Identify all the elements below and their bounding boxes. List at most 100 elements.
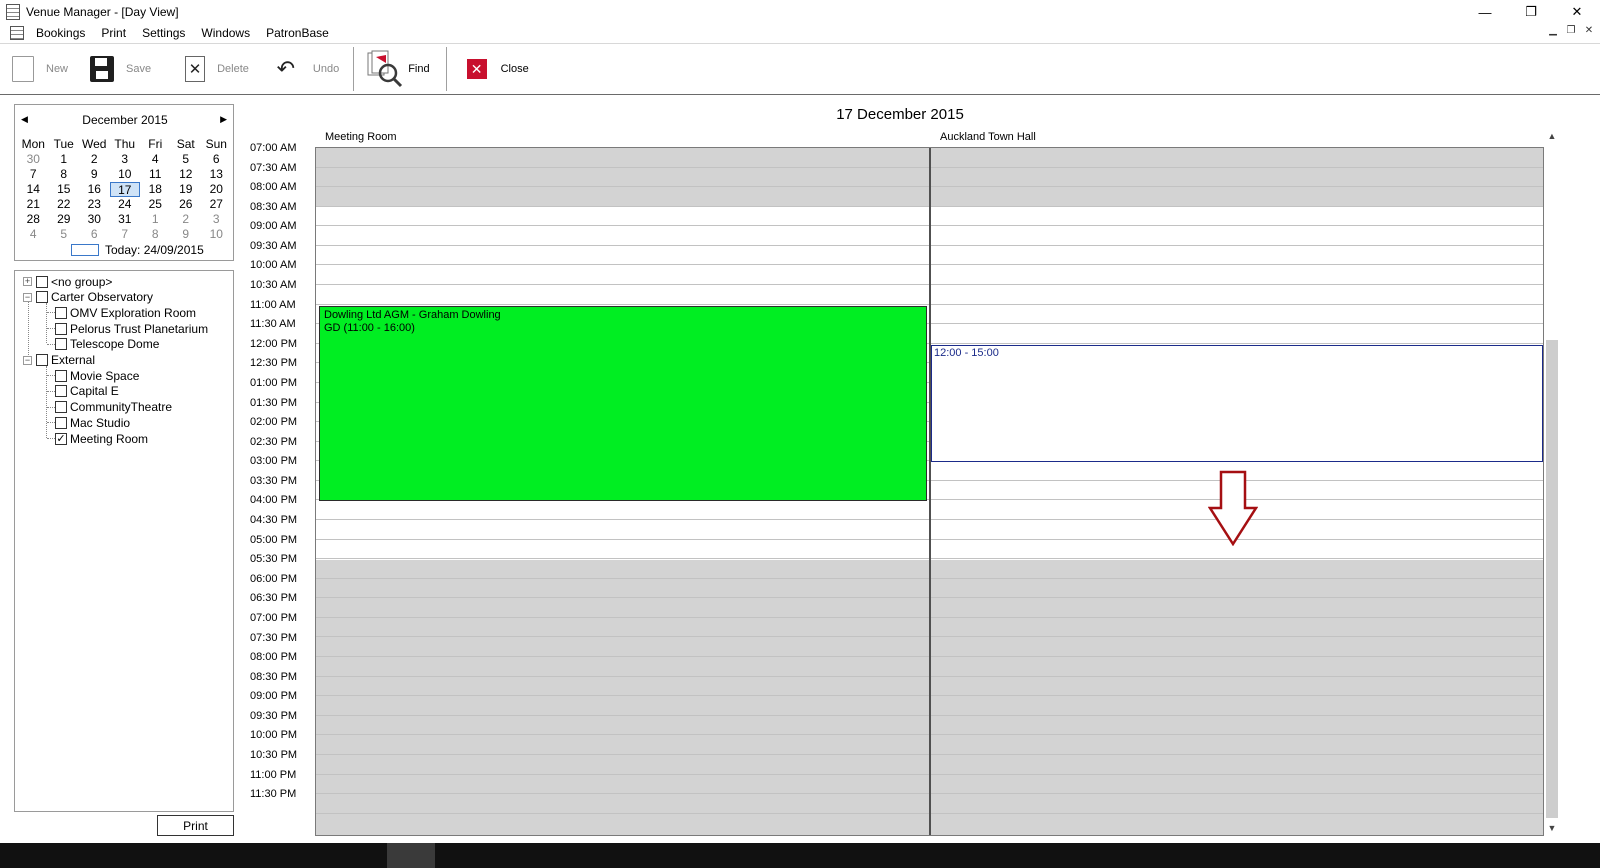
tree-node[interactable]: Movie Space — [55, 368, 139, 383]
calendar-day[interactable]: 20 — [201, 182, 232, 197]
calendar-day[interactable]: 30 — [18, 152, 49, 167]
venue-checkbox[interactable] — [55, 322, 67, 335]
tree-node[interactable]: ✓ Meeting Room — [55, 431, 148, 446]
calendar-day[interactable]: 7 — [18, 167, 49, 182]
venue-checkbox[interactable] — [55, 401, 67, 414]
tree-node[interactable]: Pelorus Trust Planetarium — [55, 321, 208, 336]
calendar-day[interactable]: 2 — [79, 152, 110, 167]
menu-bookings[interactable]: Bookings — [28, 26, 93, 40]
scroll-down-icon[interactable]: ▼ — [1544, 820, 1560, 836]
menu-windows[interactable]: Windows — [193, 26, 258, 40]
time-label: 10:30 PM — [250, 748, 298, 761]
venue-checkbox[interactable] — [55, 416, 67, 429]
menu-patronbase[interactable]: PatronBase — [258, 26, 337, 40]
calendar-day[interactable]: 3 — [201, 212, 232, 227]
undo-button[interactable]: ↶ Undo — [259, 47, 349, 91]
calendar-day[interactable]: 15 — [49, 182, 80, 197]
calendar-day[interactable]: 8 — [49, 167, 80, 182]
calendar-day[interactable]: 21 — [18, 197, 49, 212]
save-button[interactable]: Save — [78, 47, 161, 91]
restore-button[interactable]: ❐ — [1508, 0, 1554, 24]
calendar-today[interactable]: Today: 24/09/2015 — [71, 243, 204, 257]
scroll-up-icon[interactable]: ▲ — [1544, 128, 1560, 144]
menu-print[interactable]: Print — [93, 26, 134, 40]
close-button[interactable]: ✕ Close — [451, 47, 539, 91]
calendar-day[interactable]: 7 — [110, 227, 141, 242]
tree-node[interactable]: + <no group> — [23, 274, 112, 289]
time-label: 11:30 AM — [250, 318, 296, 331]
calendar-day[interactable]: 31 — [110, 212, 141, 227]
vertical-scrollbar[interactable]: ▲ ▼ — [1544, 128, 1560, 836]
menu-settings[interactable]: Settings — [134, 26, 193, 40]
calendar-day[interactable]: 13 — [201, 167, 232, 182]
calendar-day[interactable]: 17 — [109, 182, 140, 197]
calendar-day[interactable]: 19 — [171, 182, 202, 197]
venue-checkbox[interactable] — [55, 385, 67, 398]
booking-event[interactable]: Dowling Ltd AGM - Graham Dowling GD (11:… — [319, 306, 927, 501]
expand-icon[interactable]: + — [23, 277, 32, 286]
find-button[interactable]: Find — [358, 47, 439, 91]
calendar-day[interactable]: 29 — [49, 212, 80, 227]
tree-node[interactable]: Telescope Dome — [55, 337, 159, 352]
calendar-day[interactable]: 4 — [140, 152, 171, 167]
calendar-day[interactable]: 26 — [171, 197, 202, 212]
calendar-day[interactable]: 9 — [171, 227, 202, 242]
calendar-day[interactable]: 22 — [49, 197, 80, 212]
minimize-button[interactable]: — — [1462, 0, 1508, 24]
tree-node[interactable]: Capital E — [55, 384, 119, 399]
calendar-day[interactable]: 3 — [110, 152, 141, 167]
mdi-minimize-icon[interactable]: ▁ — [1546, 25, 1560, 36]
time-label: 04:00 PM — [250, 494, 298, 507]
calendar-day[interactable]: 18 — [140, 182, 171, 197]
calendar-day[interactable]: 23 — [79, 197, 110, 212]
calendar-day[interactable]: 11 — [140, 167, 171, 182]
tree-node[interactable]: − External — [23, 353, 95, 368]
print-button[interactable]: Print — [157, 815, 234, 836]
calendar-day[interactable]: 27 — [201, 197, 232, 212]
calendar-day[interactable]: 4 — [18, 227, 49, 242]
calendar-day[interactable]: 12 — [171, 167, 202, 182]
venue-checkbox[interactable] — [55, 306, 67, 319]
scrollbar-thumb[interactable] — [1546, 340, 1558, 818]
calendar-day[interactable]: 10 — [110, 167, 141, 182]
mdi-child-icon[interactable] — [10, 26, 24, 40]
mdi-close-icon[interactable]: ✕ — [1582, 25, 1596, 36]
venue-checkbox[interactable] — [36, 354, 48, 366]
venue-checkbox[interactable] — [36, 275, 48, 288]
tree-node[interactable]: − Carter Observatory — [23, 290, 153, 305]
collapse-icon[interactable]: − — [23, 292, 32, 302]
calendar-day[interactable]: 1 — [140, 212, 171, 227]
schedule-grid[interactable]: Dowling Ltd AGM - Graham Dowling GD (11:… — [315, 147, 1544, 836]
collapse-icon[interactable]: − — [23, 355, 32, 365]
taskbar-item[interactable] — [387, 843, 435, 868]
calendar-next-month-icon[interactable]: ▶ — [220, 114, 227, 125]
venue-checkbox[interactable]: ✓ — [55, 432, 67, 445]
calendar-day[interactable]: 5 — [171, 152, 202, 167]
weekday-label: Wed — [82, 137, 107, 151]
calendar-day[interactable]: 16 — [79, 182, 110, 197]
calendar-day[interactable]: 10 — [201, 227, 232, 242]
calendar-day[interactable]: 25 — [140, 197, 171, 212]
calendar-day[interactable]: 6 — [79, 227, 110, 242]
calendar-day[interactable]: 14 — [18, 182, 49, 197]
tree-node[interactable]: CommunityTheatre — [55, 400, 172, 415]
delete-button[interactable]: ✕ Delete — [173, 47, 259, 91]
calendar-day[interactable]: 28 — [18, 212, 49, 227]
venue-checkbox[interactable] — [55, 369, 67, 382]
new-button[interactable]: New — [0, 47, 78, 91]
close-window-button[interactable]: ✕ — [1554, 0, 1600, 24]
tree-node[interactable]: Mac Studio — [55, 415, 130, 430]
calendar-day[interactable]: 30 — [79, 212, 110, 227]
venue-checkbox[interactable] — [36, 291, 48, 304]
calendar-day[interactable]: 9 — [79, 167, 110, 182]
calendar-day[interactable]: 2 — [171, 212, 202, 227]
tree-node[interactable]: OMV Exploration Room — [55, 305, 196, 320]
calendar-day[interactable]: 1 — [49, 152, 80, 167]
calendar-day[interactable]: 6 — [201, 152, 232, 167]
calendar-day[interactable]: 8 — [140, 227, 171, 242]
time-selection[interactable]: 12:00 - 15:00 — [931, 345, 1543, 462]
mdi-restore-icon[interactable]: ❐ — [1564, 25, 1578, 36]
venue-checkbox[interactable] — [55, 338, 67, 351]
calendar-day[interactable]: 5 — [49, 227, 80, 242]
calendar-day[interactable]: 24 — [110, 197, 141, 212]
